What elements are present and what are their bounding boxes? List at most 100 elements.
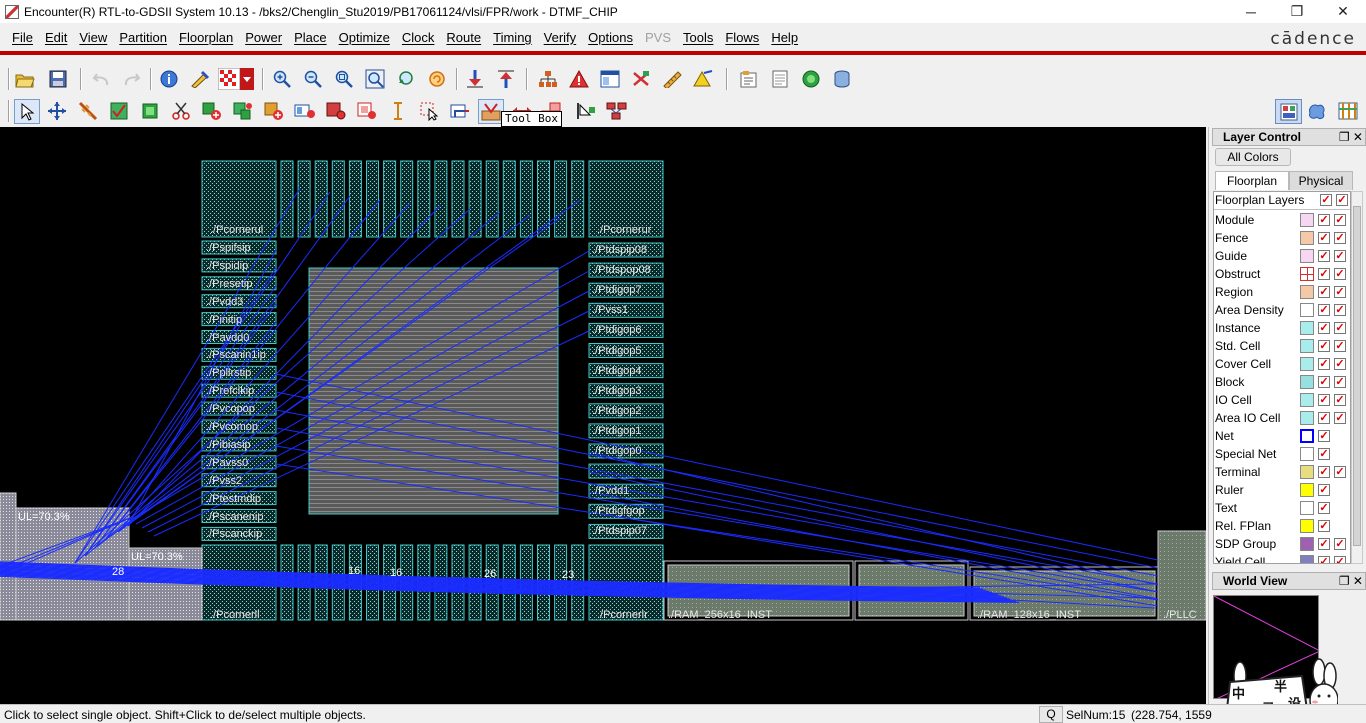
layer-visible-checkbox[interactable]: ✓	[1318, 556, 1330, 563]
save-icon[interactable]	[47, 68, 69, 90]
layer-selectable-checkbox[interactable]: ✓	[1334, 268, 1346, 280]
zoom-area-icon[interactable]	[333, 68, 355, 90]
add-module-icon[interactable]	[139, 100, 161, 122]
tab-physical[interactable]: Physical	[1289, 171, 1353, 190]
layer-color-swatch[interactable]	[1300, 555, 1314, 563]
layer-color-swatch[interactable]	[1300, 501, 1314, 515]
layer-selectable-checkbox[interactable]: ✓	[1334, 556, 1346, 563]
layer-visible-checkbox[interactable]: ✓	[1318, 250, 1330, 262]
stretch-icon[interactable]	[449, 100, 471, 122]
region-add-icon[interactable]	[263, 100, 285, 122]
layer-selectable-checkbox[interactable]: ✓	[1334, 232, 1346, 244]
layer-color-swatch[interactable]	[1300, 321, 1314, 335]
visible-all-checkbox[interactable]: ✓	[1320, 194, 1332, 206]
clear-highlight-icon[interactable]	[630, 68, 652, 90]
layer-selectable-checkbox[interactable]: ✓	[1334, 376, 1346, 388]
layer-color-swatch[interactable]	[1300, 465, 1314, 479]
floorplan-view-icon[interactable]	[1275, 99, 1302, 124]
amoeba-view-icon[interactable]	[1306, 100, 1328, 122]
color-pattern-dropdown[interactable]	[218, 67, 254, 91]
select-area-icon[interactable]	[418, 100, 440, 122]
query-button[interactable]: Q	[1039, 706, 1063, 723]
browser-window-icon[interactable]	[599, 68, 621, 90]
layer-color-swatch[interactable]	[1300, 267, 1314, 281]
layer-selectable-checkbox[interactable]: ✓	[1334, 358, 1346, 370]
menu-timing[interactable]: Timing	[487, 30, 538, 45]
menu-edit[interactable]: Edit	[39, 30, 73, 45]
layer-color-swatch[interactable]	[1300, 249, 1314, 263]
layer-selectable-checkbox[interactable]: ✓	[1334, 538, 1346, 550]
layer-visible-checkbox[interactable]: ✓	[1318, 232, 1330, 244]
layer-visible-checkbox[interactable]: ✓	[1318, 502, 1330, 514]
layer-color-swatch[interactable]	[1300, 483, 1314, 497]
layer-color-swatch[interactable]	[1300, 429, 1314, 443]
layer-color-swatch[interactable]	[1300, 339, 1314, 353]
select-pointer-icon[interactable]	[14, 99, 40, 124]
layer-visible-checkbox[interactable]: ✓	[1318, 304, 1330, 316]
obstruct-add-icon[interactable]	[294, 100, 316, 122]
menu-floorplan[interactable]: Floorplan	[173, 30, 239, 45]
menu-partition[interactable]: Partition	[113, 30, 173, 45]
menu-route[interactable]: Route	[440, 30, 487, 45]
world-view-float-close-buttons[interactable]: ❐ ✕	[1339, 573, 1363, 589]
guide-add-icon[interactable]	[232, 100, 254, 122]
run-script-icon[interactable]	[800, 68, 822, 90]
undo-icon[interactable]	[90, 68, 112, 90]
layer-visible-checkbox[interactable]: ✓	[1318, 268, 1330, 280]
layer-selectable-checkbox[interactable]: ✓	[1334, 394, 1346, 406]
notepad-icon[interactable]	[769, 68, 791, 90]
tab-floorplan[interactable]: Floorplan	[1215, 171, 1289, 190]
layer-visible-checkbox[interactable]: ✓	[1318, 520, 1330, 532]
flightline-icon[interactable]	[692, 68, 714, 90]
layer-color-swatch[interactable]	[1300, 447, 1314, 461]
align-icon[interactable]	[575, 100, 597, 122]
menu-help[interactable]: Help	[765, 30, 804, 45]
menu-file[interactable]: File	[6, 30, 39, 45]
layer-selectable-checkbox[interactable]: ✓	[1334, 214, 1346, 226]
redraw-icon[interactable]	[426, 68, 448, 90]
layer-list-scrollbar[interactable]	[1351, 191, 1363, 564]
layer-visible-checkbox[interactable]: ✓	[1318, 394, 1330, 406]
layer-visible-checkbox[interactable]: ✓	[1318, 412, 1330, 424]
distribute-icon[interactable]	[606, 100, 628, 122]
layer-visible-checkbox[interactable]: ✓	[1318, 376, 1330, 388]
maximize-button[interactable]: ❐	[1274, 0, 1320, 23]
layer-color-swatch[interactable]	[1300, 375, 1314, 389]
violation-warning-icon[interactable]	[568, 68, 590, 90]
menu-verify[interactable]: Verify	[538, 30, 583, 45]
menu-optimize[interactable]: Optimize	[333, 30, 396, 45]
layer-visible-checkbox[interactable]: ✓	[1318, 322, 1330, 334]
physical-view-icon[interactable]	[1337, 100, 1359, 122]
layer-color-swatch[interactable]	[1300, 519, 1314, 533]
info-icon[interactable]	[158, 68, 180, 90]
all-colors-button[interactable]: All Colors	[1215, 148, 1291, 166]
layer-visible-checkbox[interactable]: ✓	[1318, 448, 1330, 460]
ruler-icon[interactable]	[661, 68, 683, 90]
block-add-icon[interactable]	[325, 100, 347, 122]
menu-pvs[interactable]: PVS	[639, 30, 677, 45]
layer-color-swatch[interactable]	[1300, 357, 1314, 371]
menu-tools[interactable]: Tools	[677, 30, 719, 45]
panel-float-close-buttons[interactable]: ❐ ✕	[1339, 129, 1363, 145]
selectable-all-checkbox[interactable]: ✓	[1336, 194, 1348, 206]
menu-power[interactable]: Power	[239, 30, 288, 45]
attribute-editor-icon[interactable]	[738, 68, 760, 90]
cut-rectilinear-icon[interactable]	[77, 100, 99, 122]
layer-color-swatch[interactable]	[1300, 285, 1314, 299]
cut-icon[interactable]	[170, 100, 192, 122]
layer-selectable-checkbox[interactable]: ✓	[1334, 322, 1346, 334]
layer-visible-checkbox[interactable]: ✓	[1318, 538, 1330, 550]
menu-view[interactable]: View	[73, 30, 113, 45]
redo-icon[interactable]	[121, 68, 143, 90]
move-up-icon[interactable]	[495, 68, 517, 90]
zoom-previous-icon[interactable]	[395, 68, 417, 90]
menu-flows[interactable]: Flows	[719, 30, 765, 45]
zoom-in-icon[interactable]	[271, 68, 293, 90]
partition-add-icon[interactable]	[356, 100, 378, 122]
layer-visible-checkbox[interactable]: ✓	[1318, 466, 1330, 478]
menu-clock[interactable]: Clock	[396, 30, 441, 45]
menu-place[interactable]: Place	[288, 30, 333, 45]
layer-visible-checkbox[interactable]: ✓	[1318, 286, 1330, 298]
zoom-out-icon[interactable]	[302, 68, 324, 90]
resize-icon[interactable]	[108, 100, 130, 122]
